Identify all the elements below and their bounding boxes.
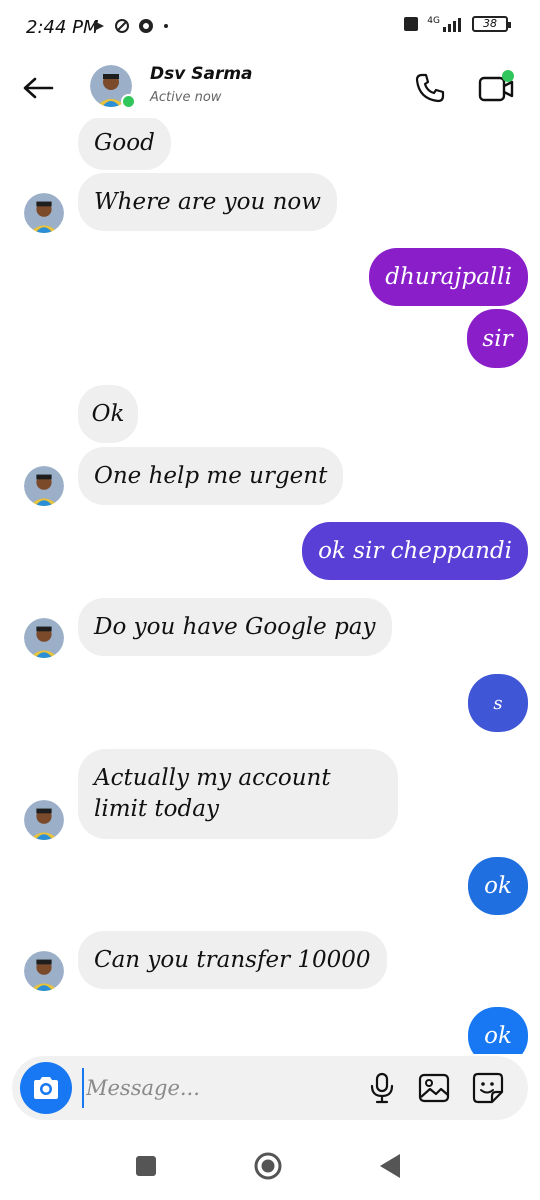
phone-icon — [415, 73, 445, 103]
status-bar: 2:44 PM 4G 38 — [0, 0, 540, 58]
message-outgoing[interactable]: ok sir cheppandi — [302, 522, 528, 580]
message-text: sir — [482, 325, 513, 352]
contact-status: Active now — [150, 90, 222, 105]
system-navigation-bar — [0, 1130, 540, 1200]
conversation-header: Dsv Sarma Active now — [0, 58, 540, 118]
message-incoming[interactable]: Ok — [78, 385, 138, 443]
messenger-notification-icon — [139, 19, 153, 33]
message-incoming[interactable]: Do you have Google pay — [78, 598, 392, 656]
battery-icon: 38 — [472, 16, 511, 32]
sticker-icon — [472, 1072, 504, 1104]
recent-apps-icon[interactable] — [134, 1154, 158, 1178]
back-button[interactable] — [20, 70, 56, 106]
message-incoming[interactable]: Where are you now — [78, 173, 337, 231]
sticker-button[interactable] — [468, 1068, 508, 1108]
message-incoming[interactable]: Actually my account limit today — [78, 749, 398, 839]
dot-icon — [164, 24, 168, 28]
message-text: Actually my account limit today — [94, 765, 331, 822]
status-time: 2:44 PM — [26, 17, 99, 38]
camera-icon — [34, 1077, 58, 1099]
voice-message-button[interactable] — [362, 1068, 402, 1108]
gallery-button[interactable] — [414, 1068, 454, 1108]
message-outgoing[interactable]: sir — [467, 309, 528, 368]
battery-level: 38 — [483, 17, 497, 30]
message-text: Good — [94, 130, 155, 156]
message-incoming[interactable]: Good — [78, 118, 171, 170]
message-text: ok — [484, 873, 512, 899]
signal-icon — [443, 18, 461, 32]
sender-avatar[interactable] — [24, 193, 64, 233]
message-outgoing[interactable]: ok — [468, 857, 528, 915]
message-text: dhurajpalli — [385, 264, 512, 290]
message-text: ok — [484, 1023, 512, 1049]
message-composer — [12, 1056, 528, 1120]
voice-call-button[interactable] — [410, 68, 450, 108]
message-text: One help me urgent — [94, 463, 328, 489]
network-type-label: 4G — [427, 16, 440, 26]
sender-avatar[interactable] — [24, 951, 64, 991]
sync-icon — [115, 19, 129, 33]
status-notification-icons — [92, 18, 170, 34]
camera-button[interactable] — [20, 1062, 72, 1114]
sender-avatar[interactable] — [24, 800, 64, 840]
message-text: s — [493, 692, 503, 714]
message-text: ok sir cheppandi — [318, 538, 512, 564]
message-outgoing[interactable]: dhurajpalli — [369, 248, 528, 306]
avatar-image — [24, 951, 64, 991]
message-list[interactable]: Good Where are you now dhurajpalli sir O… — [0, 118, 540, 1054]
message-incoming[interactable]: Can you transfer 10000 — [78, 931, 387, 989]
avatar-image — [24, 466, 64, 506]
sender-avatar[interactable] — [24, 466, 64, 506]
sender-avatar[interactable] — [24, 618, 64, 658]
notification-icon — [94, 21, 104, 31]
message-incoming[interactable]: One help me urgent — [78, 447, 344, 505]
back-arrow-icon — [23, 77, 54, 99]
message-outgoing[interactable]: ok — [468, 1007, 528, 1054]
gallery-icon — [418, 1073, 450, 1103]
avatar-image — [24, 193, 64, 233]
contact-avatar[interactable] — [90, 65, 136, 109]
message-text: Ok — [91, 401, 125, 427]
avatar-image — [24, 618, 64, 658]
home-icon[interactable] — [253, 1151, 283, 1181]
contact-name[interactable]: Dsv Sarma — [150, 64, 253, 84]
message-text: Do you have Google pay — [94, 614, 376, 640]
video-active-dot — [502, 70, 514, 82]
avatar-image — [24, 800, 64, 840]
video-call-button[interactable] — [474, 68, 518, 108]
message-outgoing[interactable]: s — [468, 674, 528, 732]
nav-back-icon[interactable] — [378, 1152, 402, 1180]
message-text: Where are you now — [94, 189, 321, 215]
message-input[interactable] — [82, 1068, 332, 1108]
microphone-icon — [370, 1072, 394, 1104]
online-indicator — [121, 94, 136, 109]
volte-icon — [404, 17, 419, 31]
message-text: Can you transfer 10000 — [94, 947, 371, 973]
status-system-icons: 4G 38 — [403, 16, 511, 32]
